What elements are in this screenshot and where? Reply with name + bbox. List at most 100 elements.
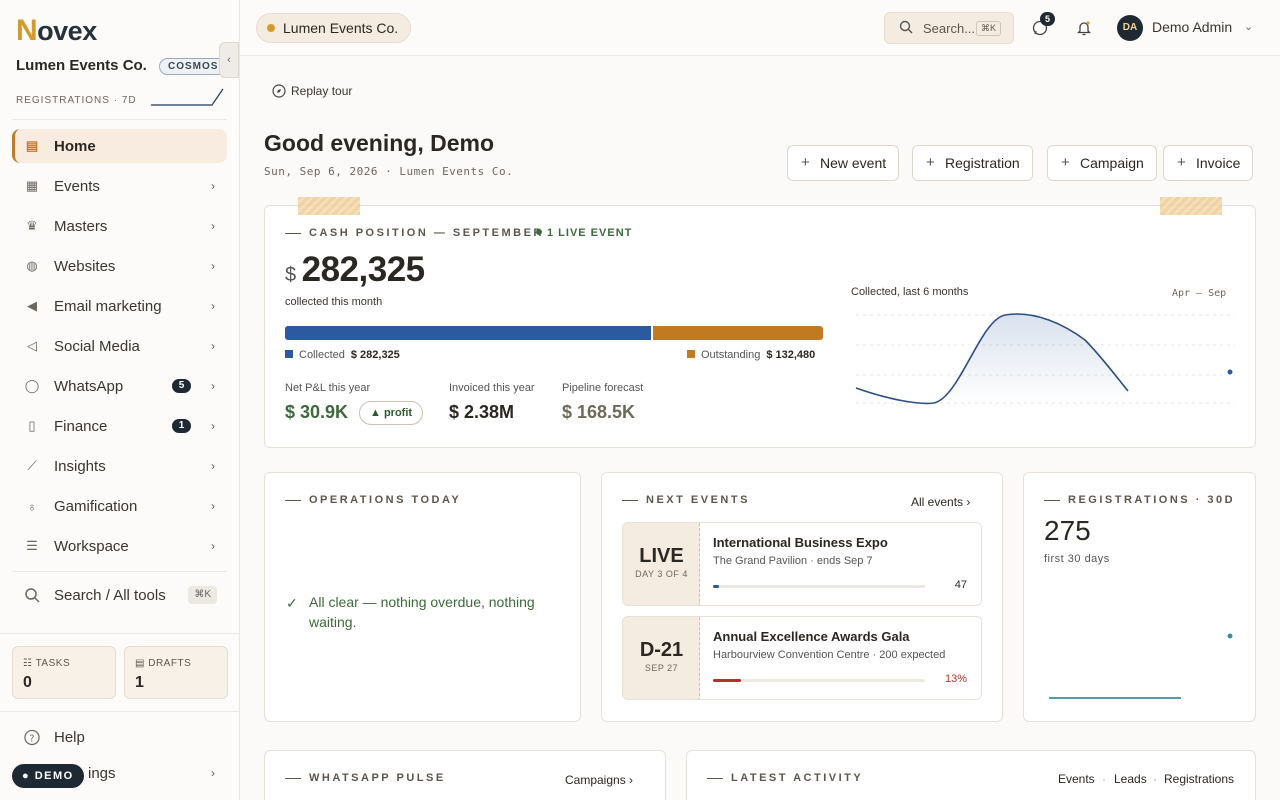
event-meta: The Grand Pavilion · ends Sep 7 (713, 555, 873, 567)
event-status: D-21 (639, 639, 684, 661)
activity-filter-registrations[interactable]: Registrations (1164, 772, 1234, 786)
separator-dot: · (1102, 772, 1106, 786)
activity-filter-leads[interactable]: Leads (1114, 772, 1147, 786)
pipeline-value: $ 168.5K (562, 402, 636, 422)
chevron-right-icon: › (211, 339, 215, 353)
collected-trend-chart (855, 313, 1235, 405)
registrations-7d-label: REGISTRATIONS · 7D (16, 95, 137, 106)
event-meta: Harbourview Convention Centre · 200 expe… (713, 649, 946, 661)
sidebar-item-home[interactable]: ▤ Home (12, 129, 227, 163)
sidebar-item-websites[interactable]: ◍ Websites › (12, 249, 227, 283)
settings-label: ings (88, 764, 116, 782)
chevron-right-icon: › (211, 259, 215, 273)
tape-decoration (1160, 197, 1222, 215)
plus-icon: + (926, 154, 935, 171)
chevron-right-icon: › (629, 773, 634, 787)
sidebar-item-label: Workspace (54, 537, 129, 555)
sidebar-item-email-marketing[interactable]: ◀ Email marketing › (12, 289, 227, 323)
drafts-count: 1 (135, 674, 144, 691)
event-count: 13% (944, 673, 967, 685)
campaigns-link[interactable]: Campaigns › (565, 773, 633, 787)
user-menu[interactable]: Demo Admin (1152, 19, 1232, 35)
sidebar-item-masters[interactable]: ♛ Masters › (12, 209, 227, 243)
cash-amount-caption: collected this month (285, 296, 383, 308)
sidebar-divider (12, 119, 227, 120)
event-progress-fill (713, 585, 720, 588)
sidebar-item-finance[interactable]: ▯ Finance 1 › (12, 409, 227, 443)
sidebar-item-insights[interactable]: ⟋ Insights › (12, 449, 227, 483)
tasks-card[interactable]: ☷ TASKS 0 (12, 646, 116, 699)
cash-position-title: CASH POSITION — SEPTEMBER (285, 227, 544, 239)
collected-legend: Collected $ 282,325 (285, 349, 400, 361)
plus-icon: + (1177, 154, 1186, 171)
global-search[interactable]: Search... ⌘K (884, 12, 1014, 44)
globe-icon: ◍ (26, 258, 38, 273)
search-all-tools-label: Search / All tools (54, 586, 166, 604)
invoiced-value: $ 2.38M (449, 402, 515, 422)
brand-logo[interactable]: Novex (16, 14, 97, 48)
event-date: DAY 3 OF 4 (635, 569, 688, 579)
sidebar-item-events[interactable]: ▦ Events › (12, 169, 227, 203)
svg-text:?: ? (30, 733, 35, 744)
demo-badge: ● DEMO (12, 764, 84, 788)
org-switcher[interactable]: Lumen Events Co. (256, 13, 412, 43)
campaign-button[interactable]: + Campaign (1047, 145, 1157, 181)
event-card[interactable]: LIVE DAY 3 OF 4 International Business E… (622, 522, 982, 606)
event-card[interactable]: D-21 SEP 27 Annual Excellence Awards Gal… (622, 616, 982, 700)
sidebar-item-whatsapp[interactable]: ◯ WhatsApp 5 › (12, 369, 227, 403)
chevron-down-icon[interactable]: ⌄ (1244, 20, 1253, 33)
drafts-label: ▤ DRAFTS (135, 658, 192, 669)
search-all-tools[interactable]: Search / All tools ⌘K (12, 578, 227, 612)
button-label: Registration (945, 155, 1020, 171)
sidebar-item-label: Home (54, 137, 96, 155)
operations-today-title: OPERATIONS TODAY (284, 494, 462, 506)
latest-activity-title: LATEST ACTIVITY (706, 772, 864, 784)
all-events-link[interactable]: All events › (911, 495, 970, 509)
org-name: Lumen Events Co. (16, 57, 147, 74)
logo-text: ovex (37, 16, 97, 46)
search-icon (899, 20, 913, 37)
button-label: Invoice (1196, 155, 1241, 171)
shortcut-hint: ⌘K (188, 586, 217, 604)
replay-tour-button[interactable]: Replay tour (272, 84, 352, 98)
chart-point (1227, 369, 1233, 375)
check-icon: ✓ (286, 595, 298, 611)
invoice-button[interactable]: + Invoice (1163, 145, 1254, 181)
registrations-chart (1049, 633, 1233, 699)
registration-button[interactable]: + Registration (912, 145, 1033, 181)
sidebar-item-gamification[interactable]: ♁ Gamification › (12, 489, 227, 523)
chevron-right-icon: › (211, 766, 215, 780)
chevron-right-icon: › (211, 379, 215, 393)
new-event-button[interactable]: + New event (787, 145, 900, 181)
top-bar: Lumen Events Co. Search... ⌘K 5 DA Demo … (240, 0, 1280, 56)
live-events-tag[interactable]: 1 LIVE EVENT (536, 227, 632, 239)
sliders-icon: ☰ (26, 538, 38, 553)
event-date: SEP 27 (644, 663, 679, 673)
pipeline-label: Pipeline forecast (562, 382, 644, 394)
registrations-count: 275 (1044, 515, 1091, 546)
sidebar-item-workspace[interactable]: ☰ Workspace › (12, 529, 227, 563)
activity-filter-events[interactable]: Events (1058, 772, 1095, 786)
profit-badge: ▲ profit (359, 401, 424, 425)
event-name: International Business Expo (713, 535, 888, 550)
net-pl-label: Net P&L this year (285, 382, 371, 394)
event-name: Annual Excellence Awards Gala (713, 629, 910, 644)
bell-icon[interactable] (1074, 18, 1094, 38)
trophy-icon: ♁ (27, 498, 37, 514)
net-pl-value: $ 30.9K (285, 402, 349, 422)
avatar[interactable]: DA (1117, 15, 1143, 41)
all-clear-message: ✓ All clear — nothing overdue, nothing wa… (286, 594, 535, 630)
drafts-card[interactable]: ▤ DRAFTS 1 (124, 646, 228, 699)
chart-icon: ⟋ (27, 458, 37, 473)
search-placeholder: Search... (923, 21, 976, 36)
collapse-sidebar-button[interactable]: ‹ (219, 42, 239, 78)
registrations-sparkline (151, 88, 224, 106)
sidebar-item-social-media[interactable]: ◁ Social Media › (12, 329, 227, 363)
tape-decoration (298, 197, 360, 215)
sidebar-item-label: Email marketing (54, 297, 162, 315)
help-link[interactable]: ? Help (12, 720, 227, 754)
chevron-right-icon: › (211, 219, 215, 233)
help-label: Help (54, 728, 85, 746)
button-label: New event (820, 155, 887, 171)
chevron-right-icon: › (211, 179, 215, 193)
